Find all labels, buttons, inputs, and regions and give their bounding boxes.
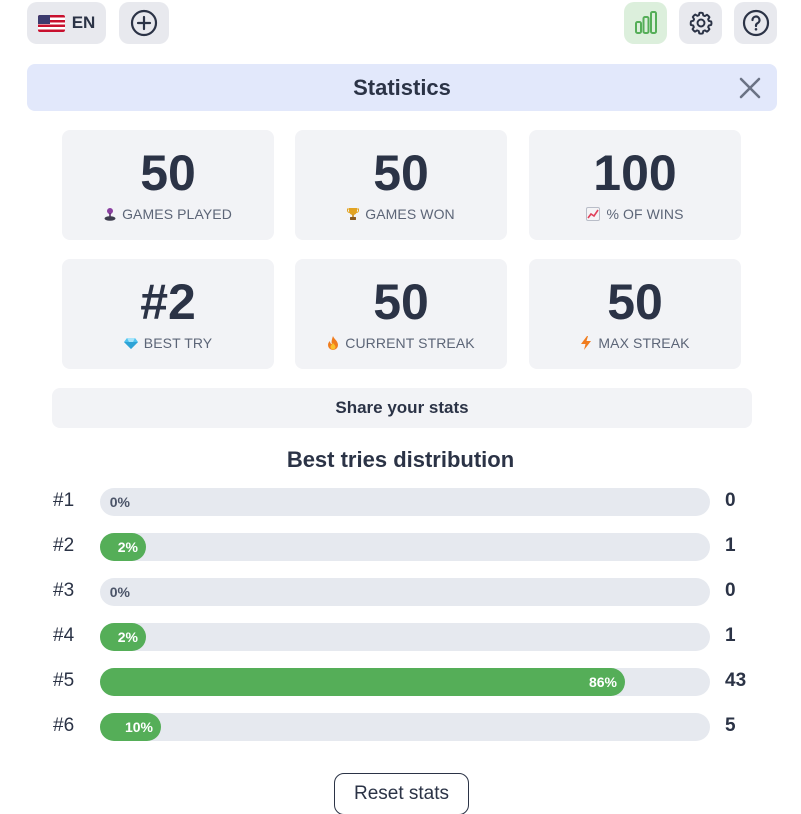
bar-chart-icon [634,11,657,34]
chart-increasing-icon [586,207,601,221]
distribution-bar-track: 2% [100,623,710,651]
lightning-icon [581,336,592,350]
stat-label: % OF WINS [606,206,684,222]
stat-value: 50 [607,274,663,330]
distribution-percent: 2% [117,629,138,645]
try-count: 1 [725,535,736,556]
distribution-bar: 2% [100,533,146,561]
distribution-row: #1 0% 0 [0,487,801,517]
stat-card-games-played: 50 GAMES PLAYED [62,130,274,240]
joystick-icon [104,208,116,221]
try-label: #5 [53,670,75,691]
distribution-bar-track: 2% [100,533,710,561]
stat-value: 50 [140,145,196,201]
stat-label: BEST TRY [143,335,213,351]
question-circle-icon [742,9,769,37]
share-stats-button[interactable]: Share your stats [52,388,752,428]
try-label: #4 [53,625,75,646]
distribution-row: #3 0% 0 [0,577,801,607]
stat-label: GAMES WON [365,206,455,222]
fire-icon [328,336,339,350]
stat-label: CURRENT STREAK [345,335,475,351]
us-flag-icon [37,14,65,32]
distribution-bar-track: 0% [100,488,710,516]
try-label: #2 [53,535,75,556]
distribution-percent: 0% [109,584,130,600]
stat-value: 100 [593,145,677,201]
help-button[interactable] [734,2,777,44]
try-count: 0 [725,490,736,511]
page-title: Statistics [353,74,451,100]
stat-label: MAX STREAK [598,335,690,351]
statistics-button[interactable] [624,2,667,44]
stat-card-current-streak: 50 CURRENT STREAK [295,259,507,369]
trophy-icon [347,208,360,220]
distribution-bar: 10% [100,713,161,741]
distribution-percent: 10% [124,719,153,735]
close-icon[interactable] [736,74,764,102]
distribution-row: #5 86% 43 [0,667,801,697]
language-selector[interactable]: EN [27,2,106,44]
stat-card-games-won: 50 GAMES WON [295,130,507,240]
stat-card-max-streak: 50 MAX STREAK [529,259,741,369]
try-label: #3 [53,580,75,601]
distribution-percent: 0% [109,494,130,510]
distribution-row: #2 2% 1 [0,532,801,562]
distribution-row: #6 10% 5 [0,712,801,742]
language-code: EN [71,13,96,32]
statistics-header: Statistics [27,64,777,111]
settings-button[interactable] [679,2,722,44]
distribution-bar: 86% [100,668,625,696]
distribution-percent: 86% [588,674,617,690]
distribution-bar-track: 0% [100,578,710,606]
add-game-button[interactable] [119,2,169,44]
stat-label: GAMES PLAYED [122,206,232,222]
distribution-bar: 0% [100,578,138,606]
plus-circle-icon [130,9,158,37]
distribution-bar-track: 10% [100,713,710,741]
distribution-bar: 2% [100,623,146,651]
try-count: 1 [725,625,736,646]
try-label: #1 [53,490,75,511]
reset-stats-button[interactable]: Reset stats [334,773,469,814]
gem-icon [123,338,138,349]
stat-card-best-try: #2 BEST TRY [62,259,274,369]
distribution-bar: 0% [100,488,138,516]
stat-value: 50 [373,274,429,330]
try-count: 5 [725,715,736,736]
try-label: #6 [53,715,75,736]
stat-value: #2 [140,274,196,330]
stat-value: 50 [373,145,429,201]
distribution-row: #4 2% 1 [0,622,801,652]
distribution-bar-track: 86% [100,668,710,696]
gear-icon [689,11,712,35]
stat-card-win-percent: 100 % OF WINS [529,130,741,240]
try-count: 43 [725,670,747,691]
distribution-title: Best tries distribution [286,447,515,472]
try-count: 0 [725,580,736,601]
distribution-percent: 2% [117,539,138,555]
